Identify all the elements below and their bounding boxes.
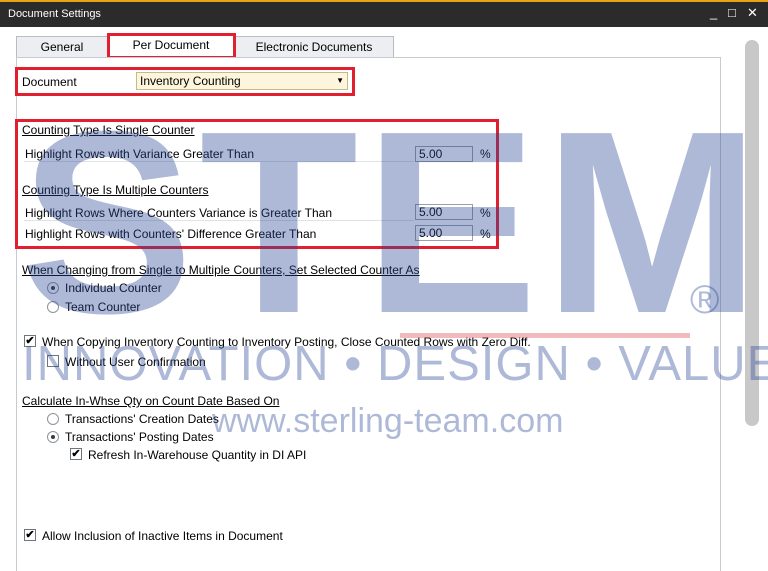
refresh-di-api-label: Refresh In-Warehouse Quantity in DI API	[88, 448, 307, 462]
watermark-registered: ®	[690, 278, 720, 322]
posting-dates-radio[interactable]	[47, 431, 59, 443]
posting-dates-label: Transactions' Posting Dates	[65, 430, 214, 444]
title-bar: Document Settings _ □ ✕	[0, 0, 768, 27]
creation-dates-label: Transactions' Creation Dates	[65, 412, 219, 426]
watermark-logo: STEM	[20, 78, 767, 368]
watermark-site: www.sterling-team.com	[212, 402, 564, 440]
window-title: Document Settings	[8, 8, 101, 20]
minimize-icon[interactable]: _	[710, 5, 717, 20]
close-icon[interactable]: ✕	[747, 5, 758, 21]
tab-electronic-documents-label: Electronic Documents	[255, 40, 373, 54]
maximize-icon[interactable]: □	[728, 5, 736, 20]
tab-general[interactable]: General	[16, 36, 108, 58]
tab-electronic-documents[interactable]: Electronic Documents	[234, 36, 394, 58]
inactive-items-checkbox[interactable]: ✔	[24, 529, 36, 541]
creation-dates-radio[interactable]	[47, 413, 59, 425]
watermark-tagline: INNOVATION • DESIGN • VALUE	[22, 337, 768, 391]
inactive-items-label: Allow Inclusion of Inactive Items in Doc…	[42, 529, 283, 543]
tab-general-label: General	[40, 40, 84, 54]
tab-highlight	[107, 33, 236, 59]
refresh-di-api-checkbox[interactable]: ✔	[70, 448, 82, 460]
